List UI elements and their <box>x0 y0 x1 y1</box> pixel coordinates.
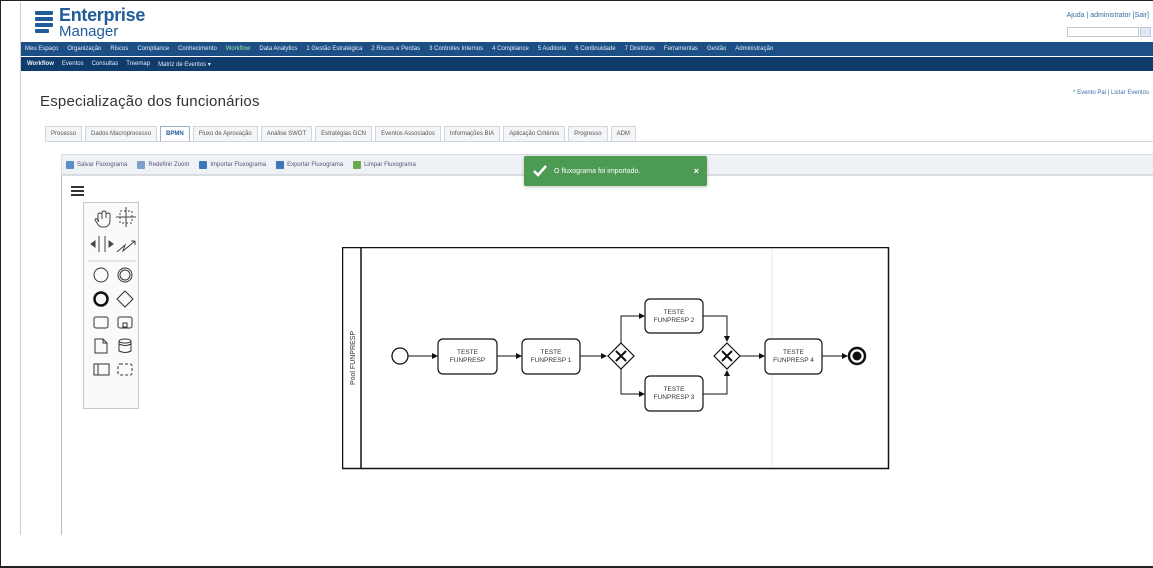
logo-icon <box>35 11 53 35</box>
tab-bpmn[interactable]: BPMN <box>160 126 190 141</box>
lasso-tool-icon[interactable] <box>116 207 136 227</box>
user-links[interactable]: Ajuda | administrator [Sair] <box>1067 12 1149 19</box>
end-event-icon[interactable] <box>93 291 109 307</box>
main-nav-item-1-gest-o-estrat-gica[interactable]: 1 Gestão Estratégica <box>306 46 362 52</box>
main-nav-item-2-riscos-e-perdas[interactable]: 2 Riscos e Perdas <box>371 46 420 52</box>
clear-icon <box>353 160 362 169</box>
tab-an-lise-swot[interactable]: Análise SWOT <box>260 126 313 141</box>
tab-informa-es-bia[interactable]: Informações BIA <box>443 126 501 141</box>
main-nav-item-gest-o[interactable]: Gestão <box>707 46 726 52</box>
main-nav-item-workflow[interactable]: Workflow <box>226 46 251 52</box>
group-icon[interactable] <box>117 363 133 376</box>
bpmn-diagram: Pool FUNPRESP TESTE FUNPRESP TESTE FUNPR… <box>342 247 890 470</box>
sub-nav-item-matriz-de-eventos-[interactable]: Matriz de Eventos ▾ <box>158 61 211 68</box>
sub-nav-item-treemap[interactable]: Treemap <box>126 61 150 67</box>
tab-divider <box>45 141 1153 142</box>
toolbar-label: Importar Fluxograma <box>210 161 267 168</box>
page-title: Especialização dos funcionários <box>40 93 260 110</box>
pool-icon[interactable] <box>93 363 110 376</box>
task-label: TESTE <box>664 309 686 316</box>
data-object-icon[interactable] <box>94 338 108 354</box>
subprocess-icon[interactable] <box>117 316 133 329</box>
brand-logo[interactable]: Enterprise Manager <box>35 5 146 40</box>
search-input[interactable] <box>1067 27 1139 37</box>
main-nav-item-compliance[interactable]: Compliance <box>137 46 169 52</box>
task-icon[interactable] <box>93 316 109 329</box>
tab-aplica-o-crit-rios[interactable]: Aplicação Critérios <box>503 126 566 141</box>
main-nav: Meu Espaço Organização Riscos Compliance Con… <box>21 42 1153 56</box>
task-label: FUNPRESP <box>450 357 485 364</box>
start-event-icon[interactable] <box>93 267 109 283</box>
data-store-icon[interactable] <box>118 338 132 353</box>
page-links[interactable]: * Evento Pai | Listar Eventos <box>1073 90 1149 96</box>
toast-message: O fluxograma foi importado. <box>554 167 641 175</box>
end-event[interactable] <box>847 346 867 366</box>
tab-bar: Processo Dados Macroprocesso BPMN Fluxo de … <box>45 126 639 141</box>
main-nav-item-5-auditoria[interactable]: 5 Auditoria <box>538 46 566 52</box>
zoom-reset-icon <box>137 160 146 169</box>
bpmn-palette <box>83 202 139 409</box>
sub-nav-item-eventos[interactable]: Eventos <box>62 61 84 67</box>
clear-button[interactable]: Limpar Fluxograma <box>353 160 416 169</box>
toast-notification: O fluxograma foi importado. × <box>524 156 707 186</box>
menu-icon[interactable] <box>71 186 84 196</box>
tab-dados-macroprocesso[interactable]: Dados Macroprocesso <box>85 126 158 141</box>
task-teste-funpresp-2[interactable] <box>644 298 704 334</box>
import-button[interactable]: Importar Fluxograma <box>199 160 267 169</box>
check-icon <box>533 165 547 177</box>
task-label: FUNPRESP 1 <box>531 357 572 364</box>
main-nav-item-7-diretrizes[interactable]: 7 Diretrizes <box>625 46 655 52</box>
main-nav-item-organiza-o[interactable]: Organização <box>67 46 101 52</box>
gateway-icon[interactable] <box>116 290 134 308</box>
main-nav-item-ferramentas[interactable]: Ferramentas <box>664 46 698 52</box>
main-nav-item-3-controles-internos[interactable]: 3 Controles Internos <box>429 46 483 52</box>
main-nav-item-administra-o[interactable]: Administração <box>735 46 773 52</box>
toolbar-label: Salvar Fluxograma <box>77 161 128 168</box>
start-event[interactable] <box>391 347 409 365</box>
close-icon[interactable]: × <box>694 166 699 176</box>
tab-estrat-gias-gcn[interactable]: Estratégias GCN <box>315 126 373 141</box>
connect-tool-icon[interactable] <box>116 240 136 253</box>
hand-tool-icon[interactable] <box>94 210 111 228</box>
intermediate-event-icon[interactable] <box>117 267 133 283</box>
toolbar-label: Limpar Fluxograma <box>364 161 416 168</box>
app-window: Enterprise Manager Ajuda | administrator… <box>20 2 1153 535</box>
task-label: TESTE <box>457 349 479 356</box>
main-nav-item-6-continuidade[interactable]: 6 Continuidade <box>575 46 615 52</box>
task-label: TESTE <box>783 349 805 356</box>
tab-eventos-associados[interactable]: Eventos Associados <box>375 126 441 141</box>
save-icon <box>66 160 74 169</box>
main-nav-item-riscos[interactable]: Riscos <box>110 46 128 52</box>
task-label: FUNPRESP 3 <box>654 394 695 401</box>
save-button[interactable]: Salvar Fluxograma <box>66 160 128 169</box>
space-tool-icon[interactable] <box>90 236 114 252</box>
main-nav-item-meu-espa-o[interactable]: Meu Espaço <box>25 46 58 52</box>
brand-name-line1: Enterprise <box>59 5 146 25</box>
tab-processo[interactable]: Processo <box>45 126 83 141</box>
task-label: TESTE <box>541 349 563 356</box>
pool-label: Pool FUNPRESP <box>350 331 357 385</box>
tab-adm[interactable]: ADM <box>610 126 636 141</box>
zoom-reset-button[interactable]: Redefinir Zoom <box>137 160 190 169</box>
main-nav-item-4-compliance[interactable]: 4 Compliance <box>492 46 529 52</box>
sub-nav: Workflow Eventos Consultas Treemap Matriz de… <box>21 57 1153 71</box>
tab-fluxo-de-aprova-o[interactable]: Fluxo de Aprovação <box>192 126 258 141</box>
import-icon <box>199 160 208 169</box>
main-nav-item-data-analytics[interactable]: Data Analytics <box>259 46 297 52</box>
task-label: FUNPRESP 2 <box>654 317 695 324</box>
export-icon <box>276 160 285 169</box>
sub-nav-item-workflow[interactable]: Workflow <box>27 61 54 67</box>
task-label: TESTE <box>664 386 686 393</box>
export-button[interactable]: Exportar Fluxograma <box>276 160 344 169</box>
task-label: FUNPRESP 4 <box>773 357 814 364</box>
toolbar-label: Exportar Fluxograma <box>287 161 344 168</box>
sub-nav-item-consultas[interactable]: Consultas <box>92 61 119 67</box>
tab-progresso[interactable]: Progresso <box>568 126 608 141</box>
main-nav-item-conhecimento[interactable]: Conhecimento <box>178 46 217 52</box>
toolbar-label: Redefinir Zoom <box>148 161 190 168</box>
search-button[interactable] <box>1140 27 1151 37</box>
brand-name-line2: Manager <box>59 23 119 40</box>
